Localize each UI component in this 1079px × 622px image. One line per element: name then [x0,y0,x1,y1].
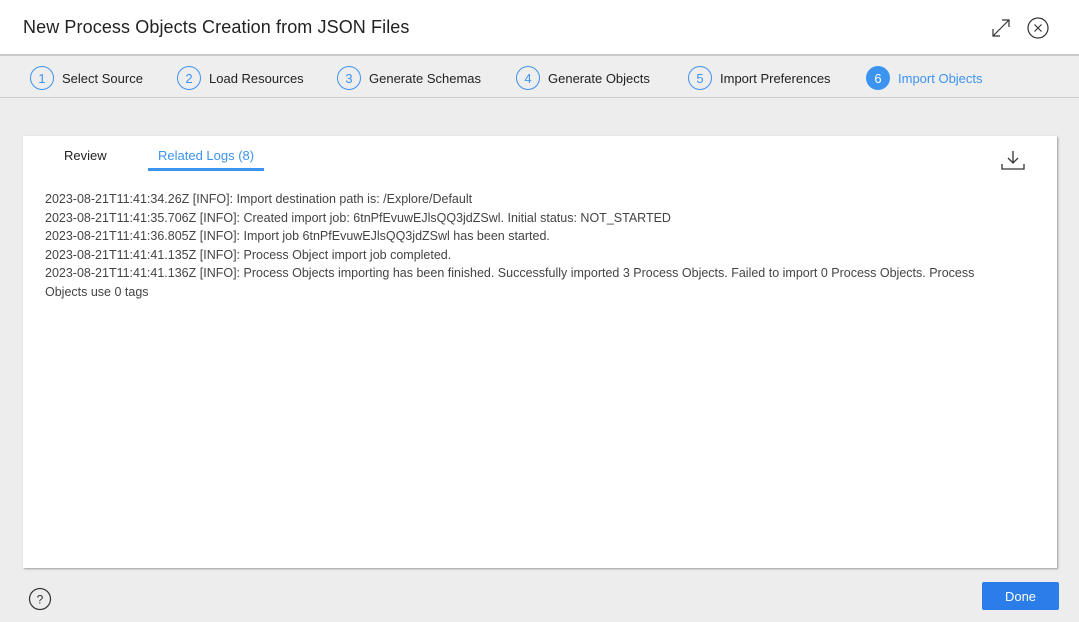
download-icon[interactable] [1000,148,1026,172]
help-icon[interactable]: ? [28,587,52,611]
close-icon[interactable] [1026,16,1050,40]
step-import-preferences[interactable]: 5 Import Preferences [688,65,831,91]
step-label: Import Preferences [720,70,831,86]
step-import-objects[interactable]: 6 Import Objects [866,65,983,91]
dialog-header: New Process Objects Creation from JSON F… [0,0,1079,56]
step-number: 1 [30,66,54,90]
step-label: Generate Objects [548,70,650,86]
step-label: Import Objects [898,70,983,86]
step-select-source[interactable]: 1 Select Source [30,65,143,91]
step-label: Select Source [62,70,143,86]
step-number: 2 [177,66,201,90]
wizard-stepper: 1 Select Source 2 Load Resources 3 Gener… [0,57,1079,98]
log-line: 2023-08-21T11:41:34.26Z [INFO]: Import d… [45,192,473,206]
expand-icon[interactable] [989,16,1013,40]
step-number: 3 [337,66,361,90]
tab-related-logs[interactable]: Related Logs (8) [148,148,265,171]
step-label: Generate Schemas [369,70,482,86]
step-label: Load Resources [209,70,304,86]
step-load-resources[interactable]: 2 Load Resources [177,65,304,91]
log-line: 2023-08-21T11:41:35.706Z [INFO]: Created… [45,210,671,225]
log-line: 2023-08-21T11:41:41.136Z [INFO]: Process… [45,266,975,299]
step-generate-objects[interactable]: 4 Generate Objects [516,65,650,91]
dialog-title: New Process Objects Creation from JSON F… [23,17,410,37]
step-generate-schemas[interactable]: 3 Generate Schemas [337,65,481,91]
done-button[interactable]: Done [982,582,1059,610]
log-line: 2023-08-21T11:41:41.135Z [INFO]: Process… [45,247,452,262]
tab-review[interactable]: Review [64,148,107,168]
step-number: 6 [866,66,890,90]
svg-text:?: ? [37,593,44,607]
log-list: 2023-08-21T11:41:34.26Z [INFO]: Import d… [45,190,1005,301]
step-number: 4 [516,66,540,90]
log-line: 2023-08-21T11:41:36.805Z [INFO]: Import … [45,229,550,243]
content-panel: Review Related Logs (8) 2023-08-21T11:41… [23,136,1057,568]
step-number: 5 [688,66,712,90]
